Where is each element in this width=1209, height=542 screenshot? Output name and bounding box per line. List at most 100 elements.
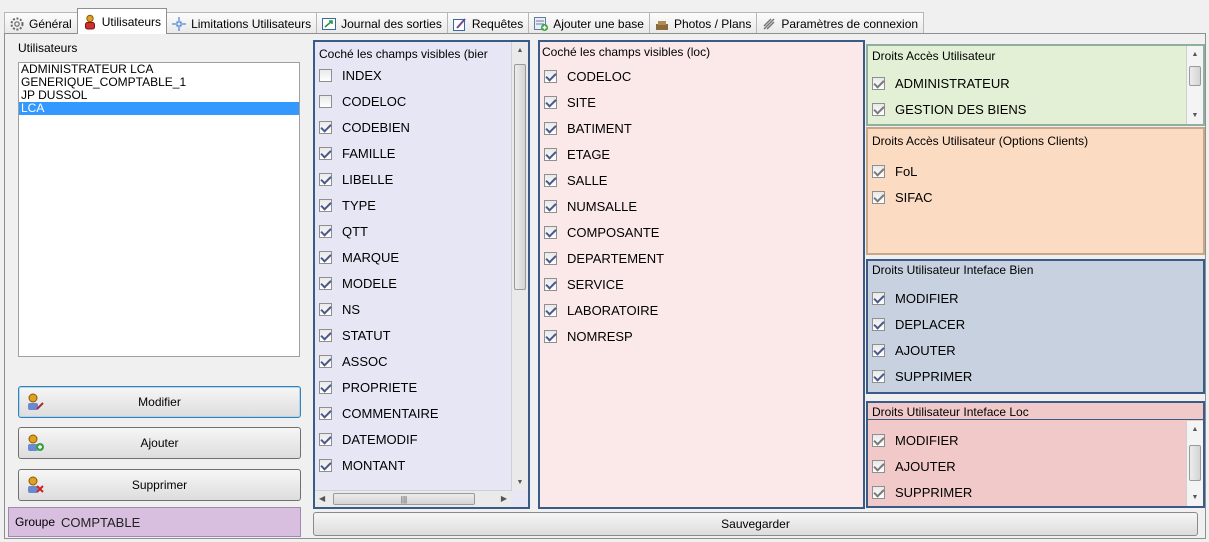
checkbox-checked-icon[interactable]	[544, 225, 557, 239]
checkbox-item[interactable]: COMMENTAIRE	[315, 400, 511, 426]
checkbox-unchecked-icon[interactable]	[319, 68, 332, 82]
checkbox-checked-icon[interactable]	[872, 459, 885, 473]
tab-general[interactable]: Général	[4, 12, 78, 34]
checkbox-item[interactable]: SALLE	[540, 167, 860, 193]
scroll-up-arrow-icon[interactable]: ▲	[512, 42, 528, 59]
tab-photos[interactable]: Photos / Plans	[648, 12, 758, 34]
checkbox-item[interactable]: AJOUTER	[868, 453, 972, 479]
checkbox-item[interactable]: NUMSALLE	[540, 193, 860, 219]
checkbox-item[interactable]: PROPRIETE	[315, 374, 511, 400]
checkbox-item[interactable]: ASSOC	[315, 348, 511, 374]
sauvegarder-button[interactable]: Sauvegarder	[313, 512, 1198, 536]
scroll-thumb[interactable]: |||	[333, 493, 475, 505]
tab-journal[interactable]: Journal des sorties	[316, 12, 448, 34]
scroll-down-arrow-icon[interactable]: ▼	[1187, 489, 1203, 506]
checkbox-item[interactable]: COMPOSANTE	[540, 219, 860, 245]
checkbox-checked-icon[interactable]	[544, 95, 557, 109]
checkbox-unchecked-icon[interactable]	[319, 94, 332, 108]
checkbox-item[interactable]: GESTION DES BIENS	[868, 96, 1026, 122]
checkbox-checked-icon[interactable]	[319, 250, 332, 264]
tab-limitations[interactable]: Limitations Utilisateurs	[166, 12, 318, 34]
supprimer-button[interactable]: Supprimer	[18, 469, 301, 501]
checkbox-item[interactable]: STATUT	[315, 322, 511, 348]
checkbox-checked-icon[interactable]	[319, 380, 332, 394]
checkbox-item[interactable]: TYPE	[315, 192, 511, 218]
checkbox-item[interactable]: MARQUE	[315, 244, 511, 270]
checkbox-item[interactable]: AJOUTER	[868, 337, 972, 363]
checkbox-item[interactable]: NS	[315, 296, 511, 322]
checkbox-item[interactable]: NOMRESP	[540, 323, 860, 349]
checkbox-item[interactable]: SIFAC	[868, 184, 933, 210]
checkbox-item[interactable]: LABORATOIRE	[540, 297, 860, 323]
checkbox-checked-icon[interactable]	[872, 485, 885, 499]
checkbox-item[interactable]: MONTANT	[315, 452, 511, 478]
scroll-thumb[interactable]	[1189, 66, 1201, 86]
checkbox-checked-icon[interactable]	[872, 433, 885, 447]
checkbox-checked-icon[interactable]	[544, 147, 557, 161]
checkbox-checked-icon[interactable]	[319, 172, 332, 186]
modifier-button[interactable]: Modifier	[18, 386, 301, 418]
bien-horizontal-scrollbar[interactable]: ◀ ||| ▶	[315, 490, 511, 507]
tab-utilisateurs[interactable]: Utilisateurs	[76, 8, 168, 34]
checkbox-checked-icon[interactable]	[544, 173, 557, 187]
checkbox-item[interactable]: CODELOC	[315, 88, 511, 114]
checkbox-checked-icon[interactable]	[872, 76, 885, 90]
scroll-left-arrow-icon[interactable]: ◀	[319, 494, 325, 503]
checkbox-checked-icon[interactable]	[319, 406, 332, 420]
checkbox-item[interactable]: MODELE	[315, 270, 511, 296]
tab-ajouter-base[interactable]: Ajouter une base	[528, 12, 650, 34]
scroll-thumb[interactable]	[514, 64, 526, 290]
checkbox-item[interactable]: ADMINISTRATEUR	[868, 70, 1026, 96]
checkbox-checked-icon[interactable]	[872, 343, 885, 357]
checkbox-checked-icon[interactable]	[544, 199, 557, 213]
list-item[interactable]: JP DUSSOL	[19, 89, 299, 102]
list-item-selected[interactable]: LCA	[19, 102, 299, 115]
checkbox-item[interactable]: DATEMODIF	[315, 426, 511, 452]
checkbox-checked-icon[interactable]	[544, 329, 557, 343]
checkbox-item[interactable]: SERVICE	[540, 271, 860, 297]
checkbox-item[interactable]: BATIMENT	[540, 115, 860, 141]
checkbox-checked-icon[interactable]	[544, 251, 557, 265]
checkbox-checked-icon[interactable]	[544, 303, 557, 317]
checkbox-checked-icon[interactable]	[319, 276, 332, 290]
checkbox-checked-icon[interactable]	[872, 317, 885, 331]
checkbox-checked-icon[interactable]	[319, 302, 332, 316]
checkbox-checked-icon[interactable]	[872, 190, 885, 204]
checkbox-checked-icon[interactable]	[319, 224, 332, 238]
checkbox-item[interactable]: FAMILLE	[315, 140, 511, 166]
checkbox-checked-icon[interactable]	[544, 121, 557, 135]
scroll-up-arrow-icon[interactable]: ▲	[1187, 421, 1203, 438]
scroll-up-arrow-icon[interactable]: ▲	[1187, 46, 1203, 63]
checkbox-item[interactable]: MODIFIER	[868, 427, 972, 453]
checkbox-checked-icon[interactable]	[872, 291, 885, 305]
checkbox-checked-icon[interactable]	[319, 458, 332, 472]
checkbox-item[interactable]: FoL	[868, 158, 933, 184]
users-listbox[interactable]: ADMINISTRATEUR LCA GENERIQUE_COMPTABLE_1…	[18, 62, 300, 357]
checkbox-item[interactable]: QTT	[315, 218, 511, 244]
checkbox-checked-icon[interactable]	[319, 432, 332, 446]
checkbox-checked-icon[interactable]	[872, 102, 885, 116]
tab-parametres-connexion[interactable]: Paramètres de connexion	[756, 12, 925, 34]
checkbox-checked-icon[interactable]	[872, 164, 885, 178]
checkbox-item[interactable]: INDEX	[315, 62, 511, 88]
checkbox-item[interactable]: SITE	[540, 89, 860, 115]
checkbox-item[interactable]: SUPPRIMER	[868, 479, 972, 505]
scroll-right-arrow-icon[interactable]: ▶	[501, 494, 507, 503]
tab-requetes[interactable]: Requêtes	[446, 12, 530, 34]
droits-loc-scrollbar[interactable]: ▲ ▼	[1186, 421, 1203, 506]
checkbox-checked-icon[interactable]	[319, 120, 332, 134]
checkbox-checked-icon[interactable]	[319, 146, 332, 160]
checkbox-checked-icon[interactable]	[872, 369, 885, 383]
checkbox-item[interactable]: ETAGE	[540, 141, 860, 167]
ajouter-button[interactable]: Ajouter	[18, 427, 301, 459]
checkbox-checked-icon[interactable]	[544, 277, 557, 291]
checkbox-checked-icon[interactable]	[319, 328, 332, 342]
checkbox-item[interactable]: CODEBIEN	[315, 114, 511, 140]
checkbox-item[interactable]: CODELOC	[540, 63, 860, 89]
scroll-down-arrow-icon[interactable]: ▼	[1187, 107, 1203, 124]
checkbox-checked-icon[interactable]	[544, 69, 557, 83]
checkbox-checked-icon[interactable]	[319, 354, 332, 368]
droits-acces-scrollbar[interactable]: ▲ ▼	[1186, 46, 1203, 124]
checkbox-item[interactable]: DEPLACER	[868, 311, 972, 337]
checkbox-item[interactable]: LIBELLE	[315, 166, 511, 192]
